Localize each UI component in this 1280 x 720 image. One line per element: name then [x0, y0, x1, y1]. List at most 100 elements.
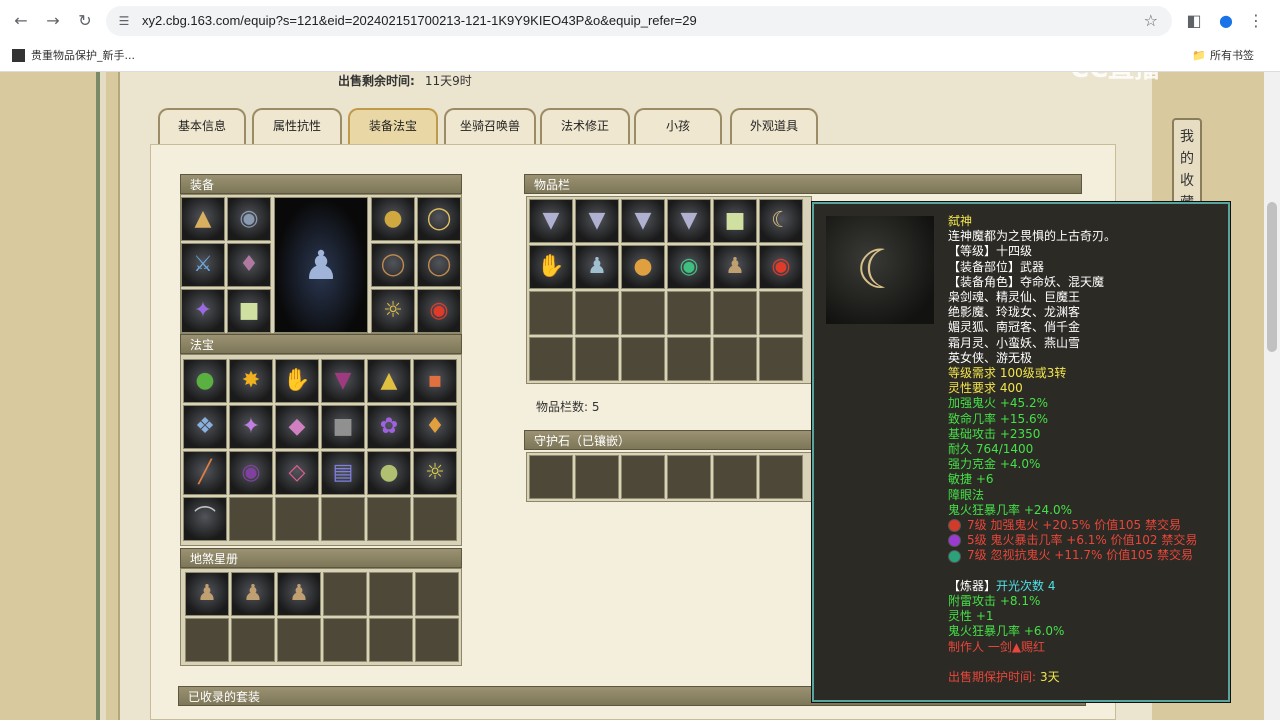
inventory-slot[interactable]: ▼ [667, 199, 711, 243]
equip-slot[interactable]: ◯ [417, 243, 461, 287]
empty-slot[interactable] [369, 572, 413, 616]
tab-attributes[interactable]: 属性抗性 [252, 108, 342, 144]
empty-slot[interactable] [323, 618, 367, 662]
empty-slot[interactable] [415, 618, 459, 662]
site-info-icon[interactable]: ☰ [116, 13, 132, 29]
fabao-slot[interactable]: ▤ [321, 451, 365, 495]
empty-slot[interactable] [529, 455, 573, 499]
inventory-slot[interactable]: ▼ [575, 199, 619, 243]
my-favorites-tab[interactable]: 我的收藏 [1172, 118, 1202, 214]
empty-slot[interactable] [667, 337, 711, 381]
fabao-slot[interactable]: ◆ [275, 405, 319, 449]
tab-mounts-summons[interactable]: 坐骑召唤兽 [444, 108, 536, 144]
empty-slot[interactable] [185, 618, 229, 662]
disha-slot[interactable]: ♟ [231, 572, 275, 616]
reload-icon[interactable]: ↻ [74, 10, 96, 32]
fabao-slot[interactable]: ▪ [413, 359, 457, 403]
fabao-slot[interactable]: ♦ [413, 405, 457, 449]
equip-slot[interactable]: ◉ [227, 197, 271, 241]
fabao-slot[interactable]: ⌒ [183, 497, 227, 541]
inventory-slot[interactable]: ♟ [575, 245, 619, 289]
fabao-slot[interactable]: ▼ [321, 359, 365, 403]
equip-slot[interactable]: ✦ [181, 289, 225, 333]
star-icon[interactable]: ☆ [1144, 11, 1158, 30]
disha-slot[interactable]: ♟ [185, 572, 229, 616]
equip-slot[interactable]: ⚔ [181, 243, 225, 287]
fabao-slot[interactable]: ╱ [183, 451, 227, 495]
inventory-slot[interactable]: ▼ [529, 199, 573, 243]
fabao-slot[interactable]: ✸ [229, 359, 273, 403]
fabao-slot[interactable]: ☼ [413, 451, 457, 495]
tab-spell-modify[interactable]: 法术修正 [540, 108, 630, 144]
tab-basic-info[interactable]: 基本信息 [158, 108, 246, 144]
fabao-slot[interactable]: ● [367, 451, 411, 495]
equip-slot[interactable]: ▲ [181, 197, 225, 241]
address-bar[interactable]: ☰ xy2.cbg.163.com/equip?s=121&eid=202402… [106, 6, 1172, 36]
fabao-slot[interactable]: ◇ [275, 451, 319, 495]
empty-slot[interactable] [621, 291, 665, 335]
empty-slot[interactable] [667, 291, 711, 335]
tab-child[interactable]: 小孩 [634, 108, 722, 144]
back-arrow-icon[interactable]: ← [10, 10, 32, 32]
inventory-slot[interactable]: ◉ [759, 245, 803, 289]
disha-slot[interactable]: ♟ [277, 572, 321, 616]
empty-slot[interactable] [759, 291, 803, 335]
fabao-slot[interactable]: ✦ [229, 405, 273, 449]
empty-slot[interactable] [759, 455, 803, 499]
forward-arrow-icon[interactable]: → [42, 10, 64, 32]
side-panel-icon[interactable]: ◧ [1183, 10, 1205, 32]
fabao-slot[interactable]: ■ [321, 405, 365, 449]
empty-slot[interactable] [413, 497, 457, 541]
url-text[interactable]: xy2.cbg.163.com/equip?s=121&eid=20240215… [142, 13, 697, 28]
empty-slot[interactable] [713, 455, 757, 499]
empty-slot[interactable] [621, 337, 665, 381]
empty-slot[interactable] [529, 291, 573, 335]
bookmark-item[interactable]: 贵重物品保护_新手... [12, 47, 135, 63]
fabao-slot[interactable]: ◉ [229, 451, 273, 495]
fabao-slot[interactable]: ✋ [275, 359, 319, 403]
empty-slot[interactable] [667, 455, 711, 499]
scrollbar[interactable] [1264, 72, 1280, 720]
equip-slot[interactable]: ◉ [417, 289, 461, 333]
empty-slot[interactable] [575, 455, 619, 499]
inventory-slot[interactable]: ♟ [713, 245, 757, 289]
empty-slot[interactable] [229, 497, 273, 541]
empty-slot[interactable] [231, 618, 275, 662]
equip-slot[interactable]: ♦ [227, 243, 271, 287]
fabao-slot[interactable]: ✿ [367, 405, 411, 449]
empty-slot[interactable] [529, 337, 573, 381]
fabao-slot[interactable]: ❖ [183, 405, 227, 449]
profile-icon[interactable]: ● [1215, 10, 1237, 32]
empty-slot[interactable] [367, 497, 411, 541]
equip-slot[interactable]: ● [371, 197, 415, 241]
inventory-slot[interactable]: ■ [713, 199, 757, 243]
empty-slot[interactable] [323, 572, 367, 616]
empty-slot[interactable] [713, 337, 757, 381]
inventory-slot[interactable]: ☾ [759, 199, 803, 243]
empty-slot[interactable] [277, 618, 321, 662]
empty-slot[interactable] [321, 497, 365, 541]
tab-equipment-fabao[interactable]: 装备法宝 [348, 108, 438, 144]
empty-slot[interactable] [759, 337, 803, 381]
equip-slot[interactable]: ◯ [371, 243, 415, 287]
inventory-slot[interactable]: ● [621, 245, 665, 289]
equip-slot[interactable]: ◯ [417, 197, 461, 241]
scrollbar-thumb[interactable] [1267, 202, 1277, 352]
empty-slot[interactable] [575, 291, 619, 335]
tab-appearance[interactable]: 外观道具 [730, 108, 818, 144]
empty-slot[interactable] [575, 337, 619, 381]
empty-slot[interactable] [621, 455, 665, 499]
inventory-slot[interactable]: ✋ [529, 245, 573, 289]
equip-slot[interactable]: ☼ [371, 289, 415, 333]
empty-slot[interactable] [369, 618, 413, 662]
fabao-slot[interactable]: ● [183, 359, 227, 403]
empty-slot[interactable] [713, 291, 757, 335]
empty-slot[interactable] [275, 497, 319, 541]
all-bookmarks[interactable]: 📁 所有书签 [1192, 47, 1254, 63]
inventory-slot[interactable]: ▼ [621, 199, 665, 243]
inventory-slot[interactable]: ◉ [667, 245, 711, 289]
equip-slot[interactable]: ■ [227, 289, 271, 333]
menu-icon[interactable]: ⋮ [1245, 10, 1267, 32]
fabao-slot[interactable]: ▲ [367, 359, 411, 403]
empty-slot[interactable] [415, 572, 459, 616]
